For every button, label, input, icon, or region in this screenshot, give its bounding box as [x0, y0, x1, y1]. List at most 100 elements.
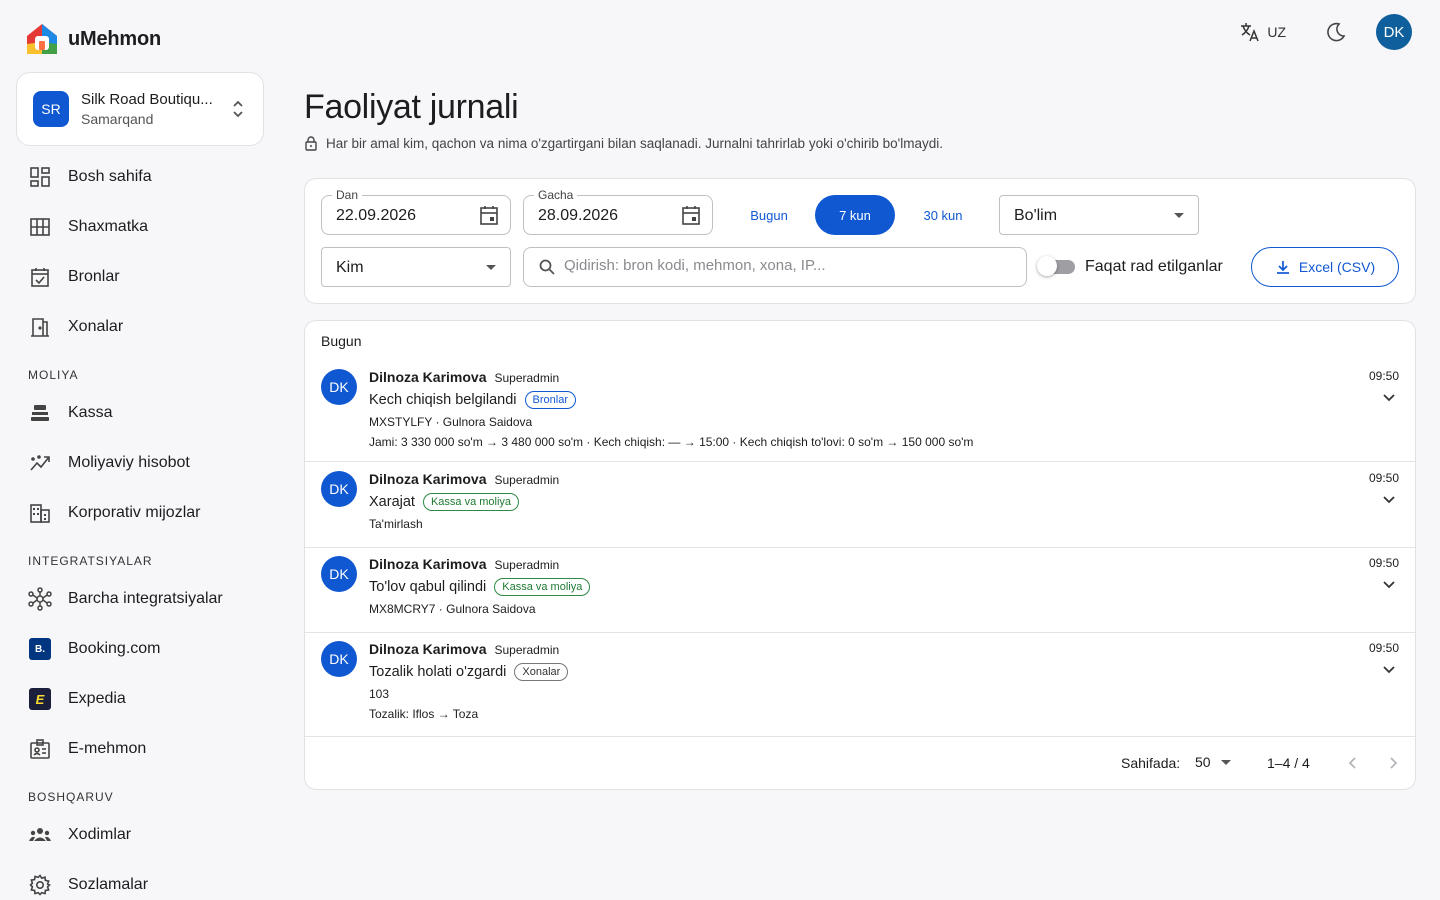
- section-select[interactable]: Bo'lim: [999, 195, 1199, 235]
- sidebar-item-xonalar[interactable]: Xonalar: [0, 302, 280, 352]
- hotel-city: Samarqand: [81, 111, 154, 127]
- sidebar-item-e-mehmon[interactable]: E-mehmon: [0, 724, 280, 774]
- booking-logo-text: B.: [29, 638, 51, 660]
- search-icon: [539, 259, 555, 275]
- sidebar-item-korporativ[interactable]: Korporativ mijozlar: [0, 488, 280, 538]
- date-to-field[interactable]: Gacha 28.09.2026: [523, 188, 713, 235]
- sidebar-item-bronlar[interactable]: Bronlar: [0, 252, 280, 302]
- log-entry[interactable]: DK Dilnoza Karimova Superadmin Tozalik h…: [305, 633, 1415, 737]
- sidebar-item-label: Korporativ mijozlar: [68, 504, 201, 521]
- sidebar-item-booking[interactable]: B. Booking.com: [0, 624, 280, 674]
- caret-down-icon: [1174, 213, 1184, 218]
- entry-detail: MXSTYLFY · Gulnora Saidova: [369, 415, 533, 429]
- chevron-down-icon[interactable]: [1381, 389, 1397, 405]
- chevron-left-icon[interactable]: [1343, 753, 1363, 773]
- section-label-finance: MOLIYA: [28, 368, 79, 382]
- entry-avatar: DK: [321, 556, 357, 592]
- entry-body: Dilnoza Karimova Superadmin Tozalik hola…: [369, 641, 569, 721]
- rows-per-page-select[interactable]: 50: [1195, 754, 1231, 770]
- caret-down-icon: [486, 265, 496, 270]
- range-7-days-button[interactable]: 7 kun: [815, 195, 895, 235]
- translate-icon: [1241, 23, 1260, 42]
- date-to-value: 28.09.2026: [538, 207, 619, 224]
- entry-time: 09:50: [1368, 641, 1399, 655]
- calendar-icon[interactable]: [478, 204, 500, 226]
- chevron-down-icon[interactable]: [1381, 491, 1397, 507]
- page-subtitle-text: Har bir amal kim, qachon va nima o'zgart…: [326, 135, 944, 151]
- entry-user: Dilnoza Karimova: [369, 641, 487, 657]
- user-avatar[interactable]: DK: [1376, 14, 1412, 50]
- sidebar-item-label: Bronlar: [68, 268, 120, 285]
- sidebar-item-label: Xodimlar: [68, 826, 132, 843]
- page-subtitle: Har bir amal kim, qachon va nima o'zgart…: [304, 135, 943, 151]
- chevron-right-icon[interactable]: [1383, 753, 1403, 773]
- hub-icon: [28, 587, 52, 611]
- house-logo-icon: [27, 24, 57, 54]
- sidebar-item-sozlamalar[interactable]: Sozlamalar: [0, 860, 280, 900]
- entry-time: 09:50: [1368, 471, 1399, 485]
- sidebar-nav: Bosh sahifa Shaxmatka Bronlar Xonalar MO…: [0, 152, 280, 900]
- grid-icon: [28, 215, 52, 239]
- date-from-value: 22.09.2026: [336, 207, 417, 224]
- sidebar-item-label: E-mehmon: [68, 740, 147, 757]
- building-icon: [28, 501, 52, 525]
- entry-tag: Kassa va moliya: [494, 578, 591, 596]
- entry-avatar: DK: [321, 641, 357, 677]
- door-icon: [28, 315, 52, 339]
- sidebar-item-label: Expedia: [68, 690, 126, 707]
- app-logo[interactable]: uMehmon: [24, 22, 161, 56]
- sidebar-item-dashboard[interactable]: Bosh sahifa: [0, 152, 280, 202]
- chevron-down-icon[interactable]: [1381, 576, 1397, 592]
- sidebar-item-label: Bosh sahifa: [68, 168, 152, 185]
- date-from-field[interactable]: Dan 22.09.2026: [321, 188, 511, 235]
- sidebar-item-all-integrations[interactable]: Barcha integratsiyalar: [0, 574, 280, 624]
- sidebar-item-shaxmatka[interactable]: Shaxmatka: [0, 202, 280, 252]
- search-input[interactable]: [564, 257, 1004, 274]
- theme-toggle-button[interactable]: [1318, 14, 1354, 50]
- export-csv-button[interactable]: Excel (CSV): [1251, 247, 1399, 287]
- toggle-thumb: [1037, 256, 1057, 276]
- entry-body: Dilnoza Karimova Superadmin Kech chiqish…: [369, 369, 973, 449]
- rows-per-page-label: Sahifada:: [1121, 755, 1181, 771]
- unfold-icon: [233, 100, 243, 118]
- gear-icon: [28, 873, 52, 897]
- rejected-only-toggle[interactable]: [1037, 256, 1075, 276]
- chevron-down-icon[interactable]: [1381, 661, 1397, 677]
- log-entry[interactable]: DK Dilnoza Karimova Superadmin Xarajat K…: [305, 463, 1415, 548]
- sidebar-item-expedia[interactable]: E Expedia: [0, 674, 280, 724]
- log-group-label: Bugun: [321, 333, 362, 349]
- top-bar: UZ DK: [1229, 14, 1412, 50]
- activity-log: Bugun DK Dilnoza Karimova Superadmin Kec…: [304, 320, 1416, 790]
- log-entry[interactable]: DK Dilnoza Karimova Superadmin Kech chiq…: [305, 361, 1415, 462]
- sidebar-item-moliyaviy-hisobot[interactable]: Moliyaviy hisobot: [0, 438, 280, 488]
- entry-user: Dilnoza Karimova: [369, 369, 487, 385]
- section-label-admin: BOSHQARUV: [28, 790, 114, 804]
- people-icon: [28, 823, 52, 847]
- who-select[interactable]: Kim: [321, 247, 511, 287]
- hotel-switcher[interactable]: SR Silk Road Boutiqu... Samarqand: [16, 72, 264, 146]
- calendar-icon[interactable]: [680, 204, 702, 226]
- caret-down-icon: [1220, 759, 1231, 765]
- entry-body: Dilnoza Karimova Superadmin Xarajat Kass…: [369, 471, 559, 531]
- download-icon: [1276, 261, 1289, 274]
- sidebar-item-xodimlar[interactable]: Xodimlar: [0, 810, 280, 860]
- range-today-button[interactable]: Bugun: [729, 195, 809, 235]
- search-box[interactable]: [523, 247, 1027, 287]
- section-label-integrations: INTEGRATSIYALAR: [28, 554, 153, 568]
- rejected-only-label: Faqat rad etilganlar: [1085, 258, 1223, 275]
- entry-body: Dilnoza Karimova Superadmin To'lov qabul…: [369, 556, 591, 616]
- entry-action: Kech chiqish belgilandi: [369, 392, 517, 408]
- pagination-range: 1–4 / 4: [1267, 755, 1310, 771]
- entry-detail: Ta'mirlash: [369, 517, 423, 531]
- language-switcher[interactable]: UZ: [1229, 14, 1296, 50]
- trend-icon: [28, 451, 52, 475]
- log-entry[interactable]: DK Dilnoza Karimova Superadmin To'lov qa…: [305, 548, 1415, 633]
- export-csv-label: Excel (CSV): [1298, 259, 1376, 275]
- expedia-logo-icon: E: [28, 687, 52, 711]
- expedia-logo-text: E: [29, 688, 51, 710]
- sidebar-item-label: Sozlamalar: [68, 876, 149, 893]
- sidebar-item-kassa[interactable]: Kassa: [0, 388, 280, 438]
- entry-changes: Jami: 3 330 000 so'm → 3 480 000 so'm · …: [369, 435, 974, 449]
- entry-tag: Xonalar: [514, 663, 569, 681]
- range-30-days-button[interactable]: 30 kun: [903, 195, 983, 235]
